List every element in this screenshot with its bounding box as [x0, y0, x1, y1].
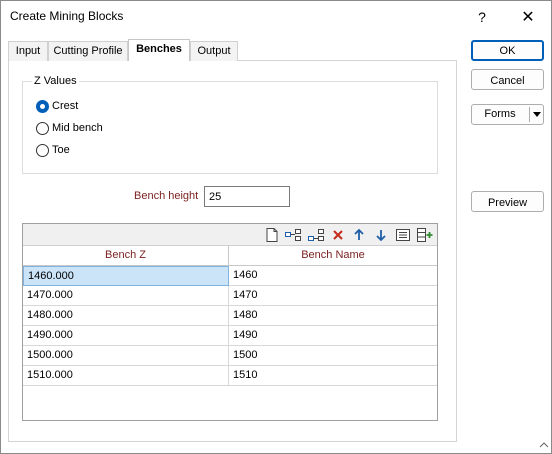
close-button[interactable]: ✕	[505, 1, 551, 32]
bench-name-cell[interactable]: 1480	[229, 306, 437, 326]
radio-toe-label: Toe	[52, 144, 70, 156]
tab-input[interactable]: Input	[8, 41, 48, 61]
insert-row-icon[interactable]	[285, 227, 301, 243]
ok-button[interactable]: OK	[471, 40, 544, 61]
new-icon[interactable]	[264, 227, 280, 243]
move-down-icon[interactable]	[373, 227, 389, 243]
forms-button[interactable]: Forms	[471, 104, 544, 125]
add-column-icon[interactable]	[417, 227, 433, 243]
bench-z-cell[interactable]: 1500.000	[23, 346, 229, 366]
bench-z-cell[interactable]: 1470.000	[23, 286, 229, 306]
cancel-button[interactable]: Cancel	[471, 69, 544, 90]
table-row[interactable]: 1500.000 1500	[23, 346, 437, 366]
tab-benches[interactable]: Benches	[128, 39, 190, 61]
delete-icon[interactable]	[330, 227, 346, 243]
table-row[interactable]: 1490.000 1490	[23, 326, 437, 346]
preview-button[interactable]: Preview	[471, 191, 544, 212]
radio-toe[interactable]: Toe	[36, 142, 70, 158]
bench-z-cell[interactable]: 1480.000	[23, 306, 229, 326]
bench-name-cell[interactable]: 1490	[229, 326, 437, 346]
column-header-bench-name[interactable]: Bench Name	[229, 246, 437, 266]
radio-mid-bench[interactable]: Mid bench	[36, 120, 103, 136]
chevron-down-icon[interactable]	[531, 107, 543, 122]
radio-mid-bench-label: Mid bench	[52, 122, 103, 134]
radio-button[interactable]	[36, 143, 49, 157]
radio-crest[interactable]: Crest	[36, 98, 78, 114]
append-row-icon[interactable]	[308, 227, 324, 243]
list-icon[interactable]	[395, 227, 411, 243]
tab-cutting-profile[interactable]: Cutting Profile	[48, 41, 128, 61]
radio-button[interactable]	[36, 121, 49, 135]
column-header-bench-z[interactable]: Bench Z	[23, 246, 229, 266]
window-title: Create Mining Blocks	[10, 9, 124, 23]
bench-z-cell[interactable]: 1460.000	[23, 266, 229, 286]
table-row[interactable]: 1470.000 1470	[23, 286, 437, 306]
radio-crest-label: Crest	[52, 100, 79, 112]
bench-z-cell[interactable]: 1510.000	[23, 366, 229, 386]
forms-button-label[interactable]: Forms	[472, 105, 528, 124]
radio-button-checked[interactable]	[36, 99, 49, 113]
bench-name-cell[interactable]: 1470	[229, 286, 437, 306]
bench-z-cell[interactable]: 1490.000	[23, 326, 229, 346]
benches-grid: Bench Z Bench Name 1460.000 1460 1470.00…	[22, 223, 438, 421]
bench-height-input[interactable]	[204, 186, 290, 207]
bench-name-cell[interactable]: 1460	[229, 266, 437, 286]
help-button[interactable]: ?	[459, 1, 505, 32]
move-up-icon[interactable]	[351, 227, 367, 243]
resize-grip-icon[interactable]	[538, 440, 549, 450]
bench-height-label: Bench height	[134, 190, 199, 202]
bench-name-cell[interactable]: 1510	[229, 366, 437, 386]
grid-toolbar	[23, 224, 437, 246]
tab-output[interactable]: Output	[190, 41, 238, 61]
table-row[interactable]: 1510.000 1510	[23, 366, 437, 386]
z-values-group-label: Z Values	[32, 75, 79, 87]
bench-name-cell[interactable]: 1500	[229, 346, 437, 366]
forms-divider	[529, 107, 530, 122]
grid-header: Bench Z Bench Name	[23, 246, 437, 266]
table-row[interactable]: 1460.000 1460	[23, 266, 437, 286]
table-row[interactable]: 1480.000 1480	[23, 306, 437, 326]
create-mining-blocks-dialog: Create Mining Blocks ? ✕ Input Cutting P…	[0, 0, 552, 454]
title-bar: Create Mining Blocks ? ✕	[1, 1, 551, 32]
